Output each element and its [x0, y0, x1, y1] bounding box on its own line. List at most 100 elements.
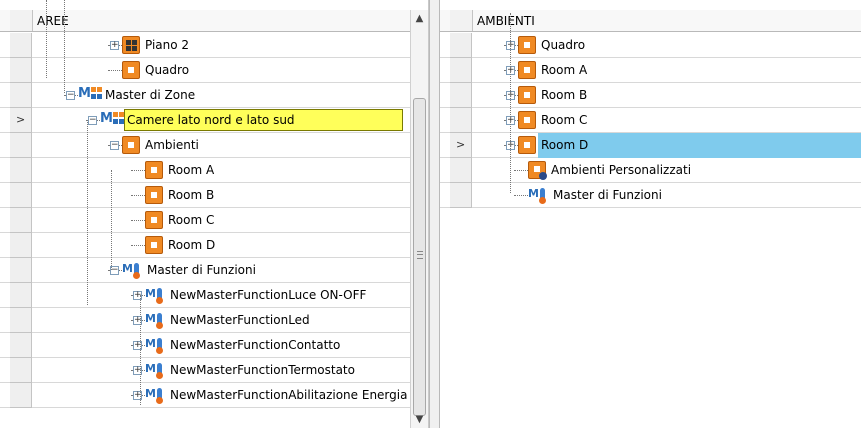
room-icon [145, 161, 163, 179]
master-function-icon: M [528, 186, 548, 204]
scroll-up-icon[interactable]: ▲ [411, 10, 428, 27]
tree-node[interactable]: + M NewMasterFunctionContatto [32, 333, 410, 357]
right_panel-row[interactable]: + Room C [440, 108, 861, 133]
right_panel-row[interactable]: + Quadro [440, 33, 861, 58]
left_panel-row[interactable]: Room A [0, 158, 410, 183]
tree-node[interactable]: Quadro [32, 58, 410, 82]
row-header[interactable] [10, 33, 32, 58]
row-header[interactable] [450, 33, 472, 58]
tree-guide-line [111, 170, 112, 270]
tree-node-label: NewMasterFunctionAbilitazione Energia [170, 388, 408, 402]
left_panel-row[interactable]: Room D [0, 233, 410, 258]
tree-node[interactable]: Room B [32, 183, 410, 207]
left_panel-row[interactable]: + M NewMasterFunctionTermostato [0, 358, 410, 383]
current-row-arrow-icon: > [16, 113, 26, 126]
row-header[interactable] [10, 208, 32, 233]
collapse-icon[interactable]: − [66, 91, 75, 100]
tree-node[interactable]: − M Master di Zone [32, 83, 410, 107]
scrollbar-thumb[interactable] [413, 98, 426, 416]
row-header[interactable] [10, 83, 32, 108]
tree-node[interactable]: + Room A [472, 58, 861, 82]
row-header[interactable] [450, 183, 472, 208]
left_panel-row[interactable]: + M NewMasterFunctionContatto [0, 333, 410, 358]
tree-guide-line [140, 295, 141, 405]
row-header[interactable] [10, 283, 32, 308]
tree-connector [514, 195, 528, 196]
tree-node[interactable]: − M Camere lato nord e lato sud [32, 108, 410, 132]
tree-connector [108, 70, 122, 71]
tree-node-label: Room A [168, 163, 215, 177]
row-header[interactable] [10, 383, 32, 408]
left_panel-row[interactable]: + M NewMasterFunctionLed [0, 308, 410, 333]
tree-node-label: Ambienti [145, 138, 199, 152]
tree-node[interactable]: + M NewMasterFunctionLed [32, 308, 410, 332]
master-function-icon: M [145, 336, 165, 354]
room-icon [145, 236, 163, 254]
expand-icon[interactable]: + [110, 41, 119, 50]
tree-node[interactable]: Room D [32, 233, 410, 257]
tree-node-label: Master di Zone [105, 88, 196, 102]
room-icon [518, 36, 536, 54]
left_panel-row[interactable]: + M NewMasterFunctionLuce ON-OFF [0, 283, 410, 308]
left_panel-row[interactable]: + M NewMasterFunctionAbilitazione Energia [0, 383, 410, 408]
right_panel-row[interactable]: + Room A [440, 58, 861, 83]
row-header[interactable] [450, 58, 472, 83]
tree-node[interactable]: + Piano 2 [32, 33, 410, 57]
left_panel-row[interactable]: Room B [0, 183, 410, 208]
tree-node[interactable]: + M NewMasterFunctionTermostato [32, 358, 410, 382]
left_panel-row[interactable]: + Piano 2 [0, 33, 410, 58]
tree-node-label: NewMasterFunctionLed [170, 313, 310, 327]
current-row-arrow-icon: > [456, 138, 466, 151]
right_panel-row[interactable]: > + Room D [440, 133, 861, 158]
row-header[interactable] [10, 133, 32, 158]
collapse-icon[interactable]: − [88, 116, 97, 125]
row-header[interactable] [450, 83, 472, 108]
row-header[interactable] [10, 258, 32, 283]
row-header[interactable] [10, 233, 32, 258]
row-header[interactable] [10, 333, 32, 358]
tree-node[interactable]: Room C [32, 208, 410, 232]
right_panel-row[interactable]: Ambienti Personalizzati [440, 158, 861, 183]
tree-node[interactable]: + Room B [472, 83, 861, 107]
right_panel-row[interactable]: + Room B [440, 83, 861, 108]
tree-node[interactable]: + M NewMasterFunctionAbilitazione Energia [32, 383, 410, 407]
tree-node-label: Quadro [145, 63, 190, 77]
row-header[interactable] [10, 358, 32, 383]
tree-node-label: Master di Funzioni [147, 263, 256, 277]
room-icon [518, 136, 536, 154]
collapse-icon[interactable]: − [110, 141, 119, 150]
tree-guide-line [510, 13, 511, 193]
row-header[interactable] [10, 308, 32, 333]
row-header[interactable] [10, 183, 32, 208]
tree-node[interactable]: + Room D [472, 133, 861, 158]
scroll-down-icon[interactable]: ▼ [411, 411, 428, 428]
tree-node[interactable]: − M Master di Funzioni [32, 258, 410, 282]
tree-node-label: Room B [541, 88, 588, 102]
row-header[interactable] [10, 158, 32, 183]
panel-splitter[interactable] [429, 0, 440, 428]
master-function-icon: M [145, 311, 165, 329]
left_panel-row[interactable]: − M Master di Funzioni [0, 258, 410, 283]
tree-node[interactable]: + Room C [472, 108, 861, 132]
left_panel-row[interactable]: > − M Camere lato nord e lato sud [0, 108, 410, 133]
row-header[interactable] [10, 58, 32, 83]
tree-node[interactable]: M Master di Funzioni [472, 183, 861, 207]
row-header[interactable] [450, 108, 472, 133]
row-header[interactable]: > [450, 133, 472, 158]
row-header[interactable] [450, 158, 472, 183]
tree-node[interactable]: + M NewMasterFunctionLuce ON-OFF [32, 283, 410, 307]
left_panel-row[interactable]: Quadro [0, 58, 410, 83]
right_panel-row[interactable]: M Master di Funzioni [440, 183, 861, 208]
left_panel-row[interactable]: Room C [0, 208, 410, 233]
row-header[interactable]: > [10, 108, 32, 133]
tree-node[interactable]: Room A [32, 158, 410, 182]
tree-node[interactable]: Ambienti Personalizzati [472, 158, 861, 182]
left_panel-row[interactable]: − M Master di Zone [0, 83, 410, 108]
tree-guide-line [64, 0, 65, 93]
rooms-header-label: AMBIENTI [477, 14, 535, 28]
left_panel-row[interactable]: − Ambienti [0, 133, 410, 158]
tree-node[interactable]: − Ambienti [32, 133, 410, 157]
tree-node-label: NewMasterFunctionTermostato [170, 363, 355, 377]
areas-scrollbar[interactable]: ▲ ▼ [410, 10, 428, 428]
tree-node[interactable]: + Quadro [472, 33, 861, 57]
